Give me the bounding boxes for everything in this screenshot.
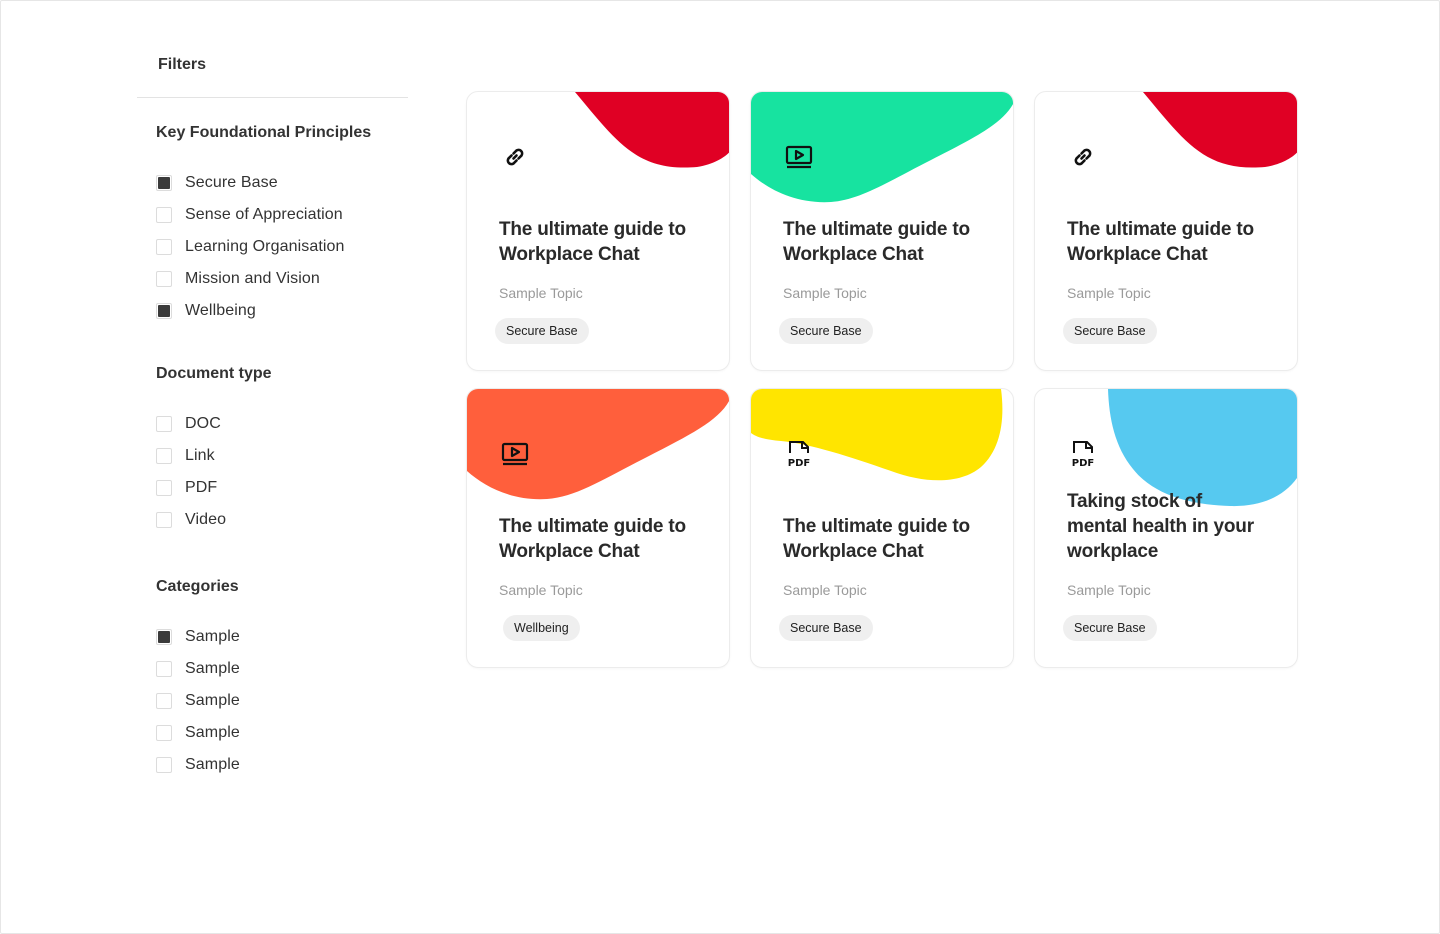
card-title-line: Workplace Chat — [499, 541, 640, 562]
filters-divider — [137, 97, 408, 98]
card-title-line: Workplace Chat — [783, 244, 924, 265]
pdf-icon: PDF — [788, 441, 810, 469]
filter-option-wellbeing[interactable]: Wellbeing — [156, 300, 256, 322]
video-icon — [785, 145, 813, 169]
filter-group-title-principles: Key Foundational Principles — [156, 124, 372, 141]
filter-option-label: Sample — [185, 724, 240, 741]
checkbox[interactable] — [156, 725, 172, 741]
svg-text:PDF: PDF — [1072, 458, 1094, 469]
checkbox[interactable] — [156, 239, 172, 255]
card-tag[interactable]: Secure Base — [779, 615, 873, 641]
filter-option-category[interactable]: Sample — [156, 658, 240, 680]
filter-option-label: Sample — [185, 692, 240, 709]
card-tag[interactable]: Secure Base — [779, 318, 873, 344]
checkbox[interactable] — [156, 303, 172, 319]
resource-card[interactable]: The ultimate guide to Workplace Chat Sam… — [466, 91, 730, 371]
filter-option-category[interactable]: Sample — [156, 722, 240, 744]
card-title-line: Workplace Chat — [783, 541, 924, 562]
checkbox[interactable] — [156, 512, 172, 528]
card-title: Taking stock of mental health in your wo… — [1067, 489, 1277, 564]
card-topic: Sample Topic — [1067, 285, 1151, 301]
filter-option-label: Wellbeing — [185, 302, 256, 319]
filter-option-label: Learning Organisation — [185, 238, 345, 255]
card-topic: Sample Topic — [783, 285, 867, 301]
card-title-line: The ultimate guide to — [499, 516, 686, 537]
card-title: The ultimate guide to Workplace Chat — [499, 514, 709, 564]
filter-option-link[interactable]: Link — [156, 445, 215, 467]
filter-option-learning-organisation[interactable]: Learning Organisation — [156, 236, 345, 258]
filter-option-label: Sample — [185, 756, 240, 773]
checkbox[interactable] — [156, 207, 172, 223]
filter-option-doc[interactable]: DOC — [156, 413, 221, 435]
card-title-line: Taking stock of — [1067, 491, 1202, 512]
card-title-line: mental health in your — [1067, 516, 1254, 537]
filter-option-label: Secure Base — [185, 174, 278, 191]
checkbox[interactable] — [156, 416, 172, 432]
filter-group-title-categories: Categories — [156, 578, 239, 595]
checkbox[interactable] — [156, 480, 172, 496]
card-title: The ultimate guide to Workplace Chat — [1067, 217, 1277, 267]
filter-option-video[interactable]: Video — [156, 509, 226, 531]
video-icon — [501, 442, 529, 466]
card-title-line: Workplace Chat — [1067, 244, 1208, 265]
card-title-line: workplace — [1067, 541, 1159, 562]
filter-option-pdf[interactable]: PDF — [156, 477, 217, 499]
card-title-line: The ultimate guide to — [1067, 219, 1254, 240]
filters-title: Filters — [158, 56, 207, 73]
checkbox[interactable] — [156, 757, 172, 773]
card-topic: Sample Topic — [783, 582, 867, 598]
filter-group-title-document-type: Document type — [156, 365, 272, 382]
checkbox[interactable] — [156, 629, 172, 645]
card-tag[interactable]: Secure Base — [495, 318, 589, 344]
resource-card[interactable]: The ultimate guide to Workplace Chat Sam… — [1034, 91, 1298, 371]
checkbox[interactable] — [156, 693, 172, 709]
link-icon — [506, 148, 524, 166]
filter-option-category[interactable]: Sample — [156, 690, 240, 712]
card-tag[interactable]: Secure Base — [1063, 318, 1157, 344]
link-icon — [1074, 148, 1092, 166]
filter-option-label: Video — [185, 511, 227, 528]
checkbox[interactable] — [156, 175, 172, 191]
filter-option-label: DOC — [185, 415, 221, 432]
card-title-line: Workplace Chat — [499, 244, 640, 265]
pdf-icon: PDF — [1072, 441, 1094, 469]
svg-text:PDF: PDF — [788, 458, 810, 469]
filter-option-label: Link — [185, 447, 215, 464]
card-title-line: The ultimate guide to — [783, 516, 970, 537]
card-title-line: The ultimate guide to — [783, 219, 970, 240]
resource-card[interactable]: PDF Taking stock of mental health in you… — [1034, 388, 1298, 668]
checkbox[interactable] — [156, 661, 172, 677]
card-topic: Sample Topic — [499, 285, 583, 301]
card-tag[interactable]: Secure Base — [1063, 615, 1157, 641]
filter-option-secure-base[interactable]: Secure Base — [156, 172, 278, 194]
card-tag[interactable]: Wellbeing — [503, 615, 580, 641]
resource-card[interactable]: The ultimate guide to Workplace Chat Sam… — [466, 388, 730, 668]
card-title: The ultimate guide to Workplace Chat — [783, 217, 993, 267]
filter-option-category[interactable]: Sample — [156, 626, 240, 648]
card-title: The ultimate guide to Workplace Chat — [783, 514, 993, 564]
filter-option-sense-of-appreciation[interactable]: Sense of Appreciation — [156, 204, 343, 226]
filter-option-label: PDF — [185, 479, 218, 496]
card-topic: Sample Topic — [1067, 582, 1151, 598]
card-topic: Sample Topic — [499, 582, 583, 598]
card-title-line: The ultimate guide to — [499, 219, 686, 240]
filter-option-mission-and-vision[interactable]: Mission and Vision — [156, 268, 320, 290]
checkbox[interactable] — [156, 448, 172, 464]
filter-option-label: Sense of Appreciation — [185, 206, 343, 223]
card-title: The ultimate guide to Workplace Chat — [499, 217, 709, 267]
checkbox[interactable] — [156, 271, 172, 287]
filter-option-label: Sample — [185, 628, 240, 645]
filter-option-label: Mission and Vision — [185, 270, 320, 287]
resource-card[interactable]: PDF The ultimate guide to Workplace Chat… — [750, 388, 1014, 668]
filter-option-label: Sample — [185, 660, 240, 677]
filter-option-category[interactable]: Sample — [156, 754, 240, 776]
resource-card[interactable]: The ultimate guide to Workplace Chat Sam… — [750, 91, 1014, 371]
